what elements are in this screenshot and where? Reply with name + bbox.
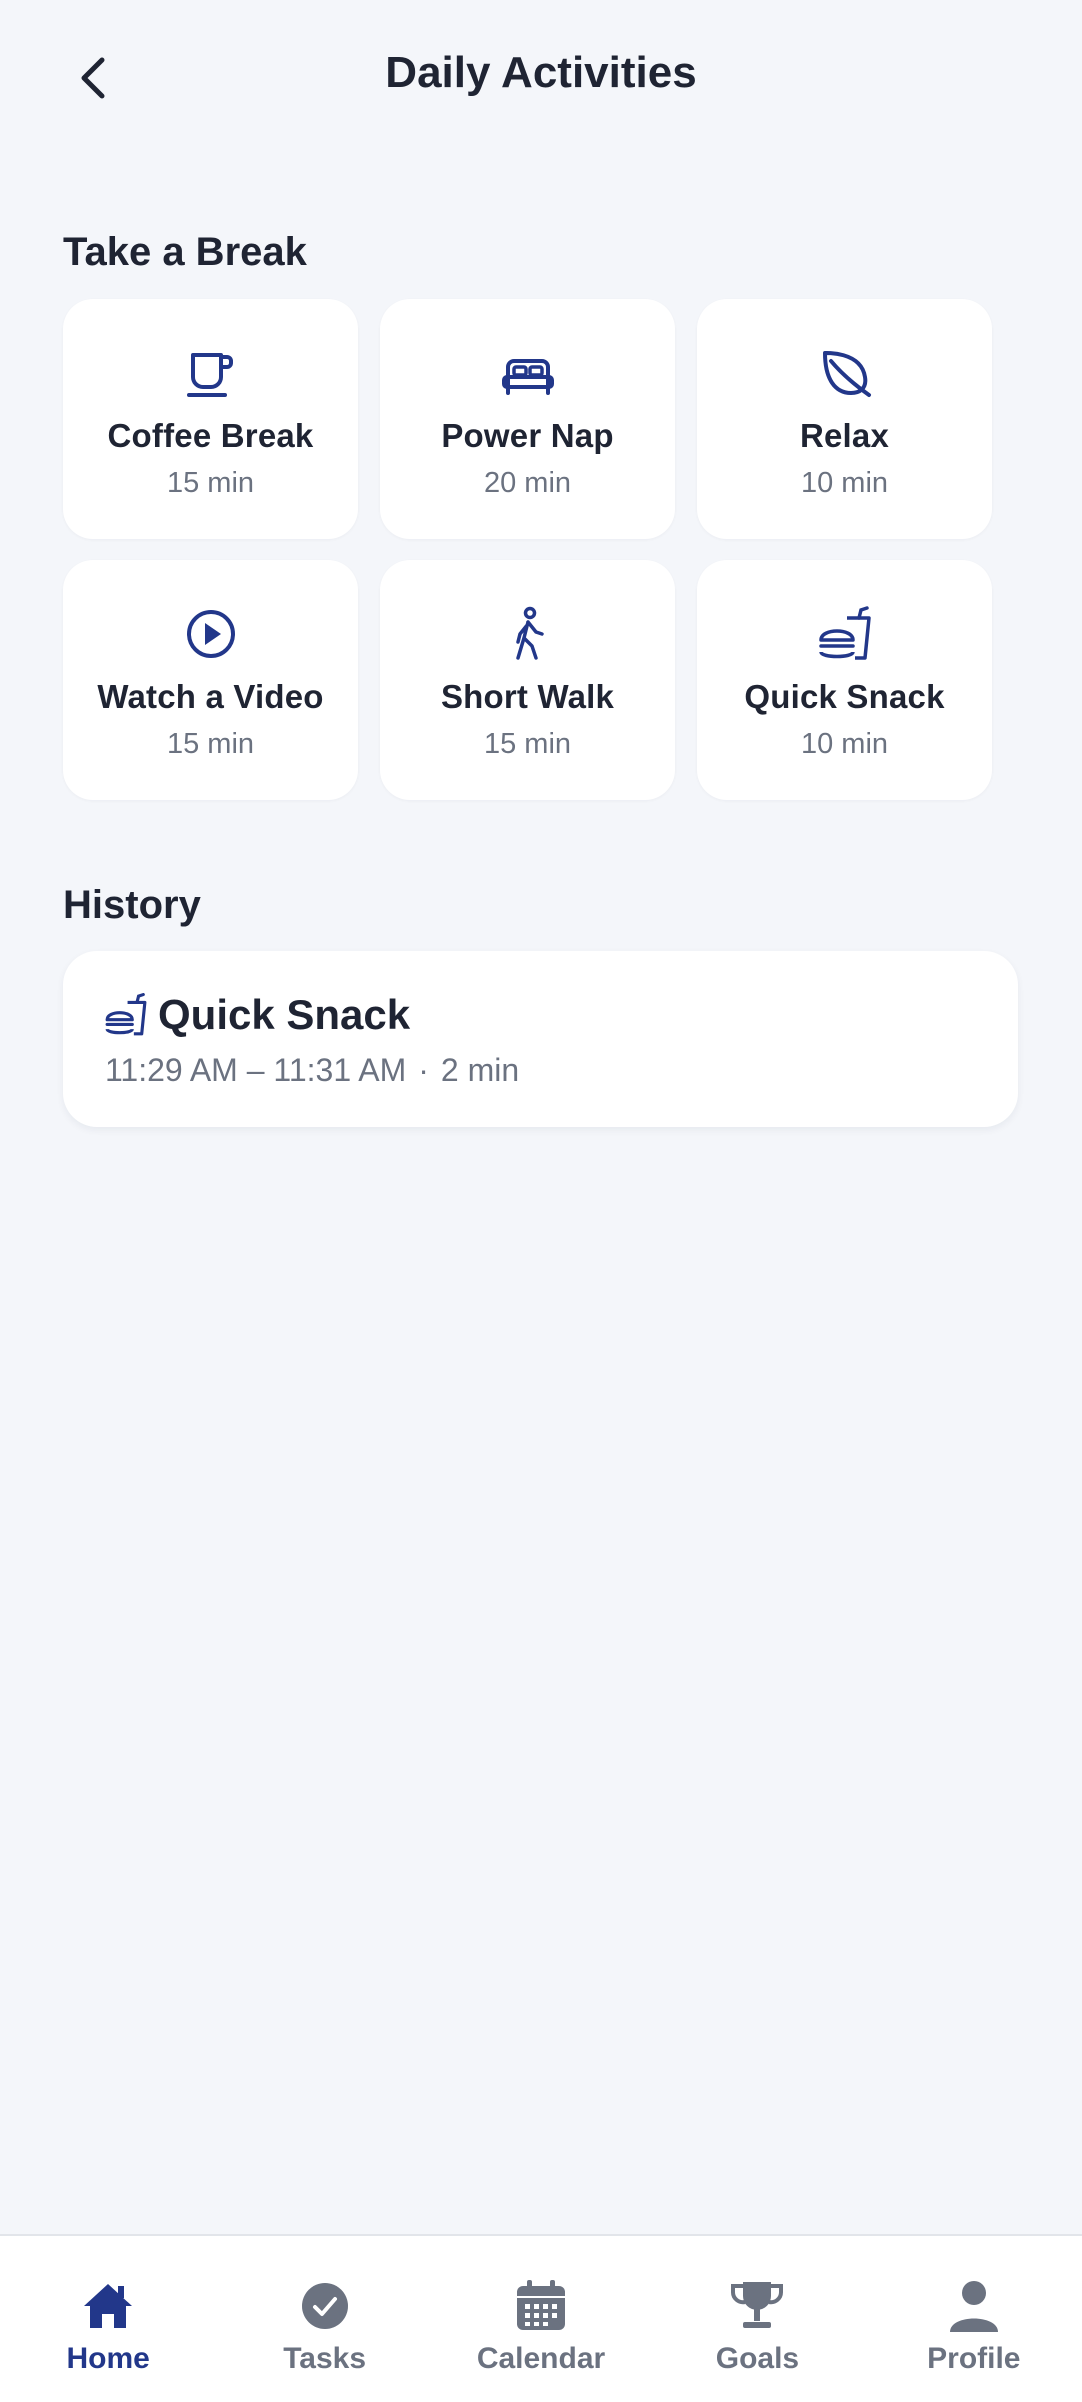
page-title: Daily Activities [385,48,697,97]
nav-label: Goals [715,2342,800,2375]
history-item-time-range: 11:29 AM – 11:31 AM [105,1052,407,1088]
activity-name: Short Walk [440,678,615,715]
check-circle-icon [297,2278,353,2334]
activity-duration: 15 min [166,728,255,760]
play-circle-icon [183,606,239,662]
section-title-history: History [63,883,201,927]
nav-label: Home [66,2342,150,2375]
activity-name: Power Nap [441,417,614,454]
nav-item-profile[interactable]: Profile [866,2236,1082,2402]
history-item-duration: 2 min [440,1052,520,1088]
home-icon [80,2278,136,2334]
activity-duration: 20 min [483,467,572,499]
activity-duration: 10 min [800,467,889,499]
nav-item-goals[interactable]: Goals [649,2236,865,2402]
section-title-take-a-break: Take a Break [63,230,307,274]
history-item-name: Quick Snack [158,991,411,1038]
activity-duration: 10 min [800,728,889,760]
bed-icon [500,345,556,401]
fast-food-icon [104,993,148,1037]
walking-person-icon [500,606,556,662]
activity-card-power-nap[interactable]: Power Nap 20 min [380,299,675,539]
history-item-meta: 11:29 AM – 11:31 AM · 2 min [105,1052,519,1089]
activity-card-watch-a-video[interactable]: Watch a Video 15 min [63,560,358,800]
trophy-icon [729,2278,785,2334]
nav-item-home[interactable]: Home [0,2236,216,2402]
activity-grid: Coffee Break 15 min Power Nap 20 min Rel… [63,299,993,800]
history-item-separator: · [418,1052,429,1088]
nav-item-tasks[interactable]: Tasks [216,2236,432,2402]
nav-label: Profile [927,2342,1021,2375]
nav-label: Calendar [476,2342,606,2375]
bottom-navigation: Home Tasks Calendar Goals Profile [0,2234,1082,2402]
coffee-cup-icon [183,345,239,401]
leaf-icon [817,345,873,401]
activity-duration: 15 min [483,728,572,760]
history-item[interactable]: Quick Snack 11:29 AM – 11:31 AM · 2 min [63,951,1018,1127]
activity-name: Watch a Video [97,678,324,715]
activity-card-short-walk[interactable]: Short Walk 15 min [380,560,675,800]
activity-card-relax[interactable]: Relax 10 min [697,299,992,539]
header: Daily Activities [0,0,1082,150]
fast-food-icon [817,606,873,662]
activity-name: Coffee Break [107,417,314,454]
activity-name: Relax [799,417,890,454]
activity-card-quick-snack[interactable]: Quick Snack 10 min [697,560,992,800]
nav-label: Tasks [283,2342,367,2375]
nav-item-calendar[interactable]: Calendar [433,2236,649,2402]
activity-duration: 15 min [166,467,255,499]
activity-name: Quick Snack [744,678,945,715]
person-icon [946,2278,1002,2334]
activity-card-coffee-break[interactable]: Coffee Break 15 min [63,299,358,539]
calendar-icon [513,2278,569,2334]
